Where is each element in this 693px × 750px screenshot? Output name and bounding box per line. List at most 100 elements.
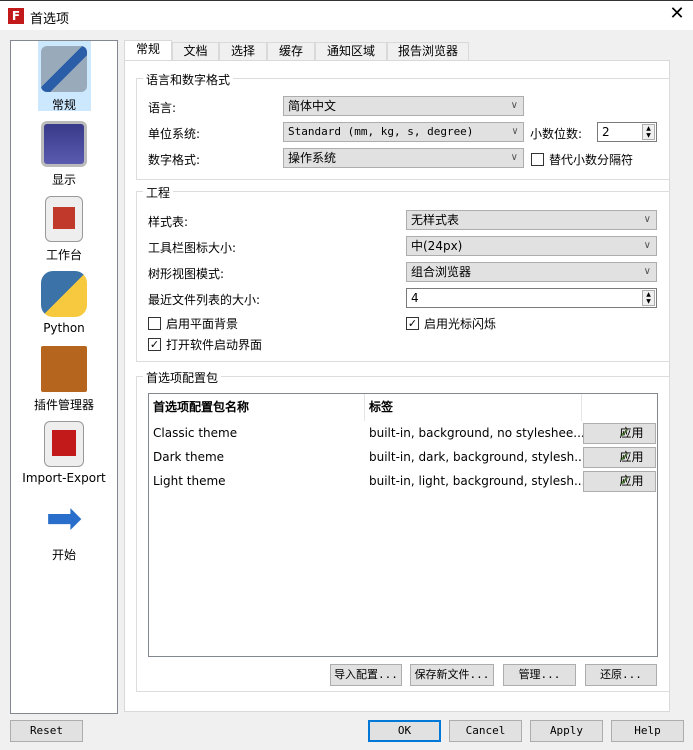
sidebar-item-addon-manager[interactable]: 插件管理器 [11,342,117,413]
apply-label: 应用 [619,474,644,488]
tree-mode-label: 树形视图模式: [148,267,225,281]
column-header-name[interactable]: 首选项配置包名称 [149,394,365,421]
alt-decimal-checkbox[interactable]: 替代小数分隔符 [531,151,633,168]
chevron-down-icon: ∨ [643,266,651,277]
close-button[interactable]: ✕ [665,3,689,24]
help-button[interactable]: Help [611,720,684,742]
checkbox-box [531,153,544,166]
decimals-spinbox[interactable]: 2 ▲ ▼ [597,122,657,142]
reset-button[interactable]: Reset [10,720,83,742]
unit-label: 单位系统: [148,127,201,141]
spin-arrows-icon[interactable]: ▲ ▼ [642,290,655,306]
checkmark-icon: ✓ [406,317,419,330]
sidebar-item-workbench[interactable]: 工作台 [11,192,117,263]
tab-cache[interactable]: 缓存 [267,42,315,61]
group-title: 工程 [143,184,174,201]
pack-name: Light theme [153,474,226,488]
toolbar-icon-select[interactable]: 中(24px) ∨ [406,236,657,256]
pack-name: Dark theme [153,450,225,464]
language-value: 简体中文 [288,99,337,113]
sidebar-item-python[interactable]: Python [11,267,117,335]
decimals-label: 小数位数: [530,127,583,141]
python-icon [41,271,87,317]
number-format-label: 数字格式: [148,153,201,167]
table-row[interactable]: Dark theme built-in, dark, background, st… [149,445,657,469]
sidebar-item-label: Python [43,321,85,335]
language-label: 语言: [148,101,177,115]
chevron-down-icon: ∨ [510,152,518,163]
number-format-select[interactable]: 操作系统 ∨ [283,148,524,168]
recent-files-label: 最近文件列表的大小: [148,293,261,307]
sidebar-item-label: 插件管理器 [33,398,94,412]
freecad-logo-icon: F [8,8,24,24]
unit-select[interactable]: Standard (mm, kg, s, degree) ∨ [283,122,524,142]
manage-button[interactable]: 管理... [503,664,576,686]
apply-footer-button[interactable]: Apply [530,720,603,742]
checkbox-label: 启用光标闪烁 [424,317,497,331]
sidebar-item-label: 工作台 [45,248,82,262]
chevron-down-icon: ∨ [643,214,651,225]
window-title: 首选项 [30,12,70,27]
checkbox-label: 替代小数分隔符 [549,153,634,167]
pack-tags: built-in, light, background, stylesh... [369,474,586,488]
workbench-icon [45,196,83,242]
sidebar-item-label: 常规 [51,98,76,112]
apply-button[interactable]: ✔ 应用 [583,447,656,468]
ok-button[interactable]: OK [368,720,441,742]
group-title: 首选项配置包 [143,369,222,386]
tab-selection[interactable]: 选择 [219,42,267,61]
sidebar-item-label: Import-Export [22,471,106,485]
apply-button[interactable]: ✔ 应用 [583,471,656,492]
sidebar-item-label: 显示 [51,173,76,187]
tree-mode-value: 组合浏览器 [411,265,472,279]
tree-mode-select[interactable]: 组合浏览器 ∨ [406,262,657,282]
apply-label: 应用 [619,426,644,440]
tiled-background-checkbox[interactable]: 启用平面背景 [148,315,238,332]
unit-value: Standard (mm, kg, s, degree) [288,125,474,138]
arrow-right-icon: ➡ [45,493,83,544]
cursor-blink-checkbox[interactable]: ✓ 启用光标闪烁 [406,315,496,332]
splash-screen-checkbox[interactable]: ✓ 打开软件启动界面 [148,336,262,353]
pack-name: Classic theme [153,426,238,440]
stylesheet-label: 样式表: [148,215,189,229]
import-export-icon [44,421,84,467]
cancel-button[interactable]: Cancel [449,720,522,742]
sidebar-item-display[interactable]: 显示 [11,117,117,188]
toolbar-icon-label: 工具栏图标大小: [148,241,237,255]
pack-tags: built-in, dark, background, stylesh... [369,450,586,464]
import-config-button[interactable]: 导入配置... [330,664,402,686]
sidebar-item-label: 开始 [51,548,76,562]
preference-packs-table: 首选项配置包名称 标签 Classic theme built-in, backg… [148,393,658,657]
revert-button[interactable]: 还原... [585,664,657,686]
sidebar-item-import-export[interactable]: Import-Export [11,417,117,485]
group-title: 语言和数字格式 [143,71,234,88]
stylesheet-select[interactable]: 无样式表 ∨ [406,210,657,230]
chevron-down-icon: ∨ [643,240,651,251]
tab-notification-area[interactable]: 通知区域 [315,42,387,61]
save-new-button[interactable]: 保存新文件... [410,664,494,686]
apply-label: 应用 [619,450,644,464]
pack-tags: built-in, background, no styleshee... [369,426,585,440]
sidebar: 常规 显示 工作台 Python 插件管理器 Import-Export ➡ 开始 [10,40,118,714]
spin-arrows-icon[interactable]: ▲ ▼ [642,124,655,140]
recent-files-value: 4 [411,291,419,305]
chevron-down-icon: ∨ [510,100,518,111]
addon-box-icon [41,346,87,392]
number-format-value: 操作系统 [288,151,337,165]
tab-general[interactable]: 常规 [124,40,172,61]
checkbox-label: 启用平面背景 [166,317,239,331]
stylesheet-value: 无样式表 [411,213,460,227]
tab-report-view[interactable]: 报告浏览器 [387,42,469,61]
recent-files-spinbox[interactable]: 4 ▲ ▼ [406,288,657,308]
sidebar-item-start[interactable]: ➡ 开始 [11,492,117,563]
apply-button[interactable]: ✔ 应用 [583,423,656,444]
sidebar-item-general[interactable]: 常规 [11,41,117,112]
wrench-screwdriver-icon [41,46,87,92]
table-row[interactable]: Light theme built-in, light, background, … [149,469,657,493]
checkmark-icon: ✓ [148,338,161,351]
tab-document[interactable]: 文档 [172,42,219,61]
table-row[interactable]: Classic theme built-in, background, no st… [149,421,657,445]
column-header-tags[interactable]: 标签 [365,394,582,421]
language-select[interactable]: 简体中文 ∨ [283,96,524,116]
decimals-value: 2 [602,125,610,139]
